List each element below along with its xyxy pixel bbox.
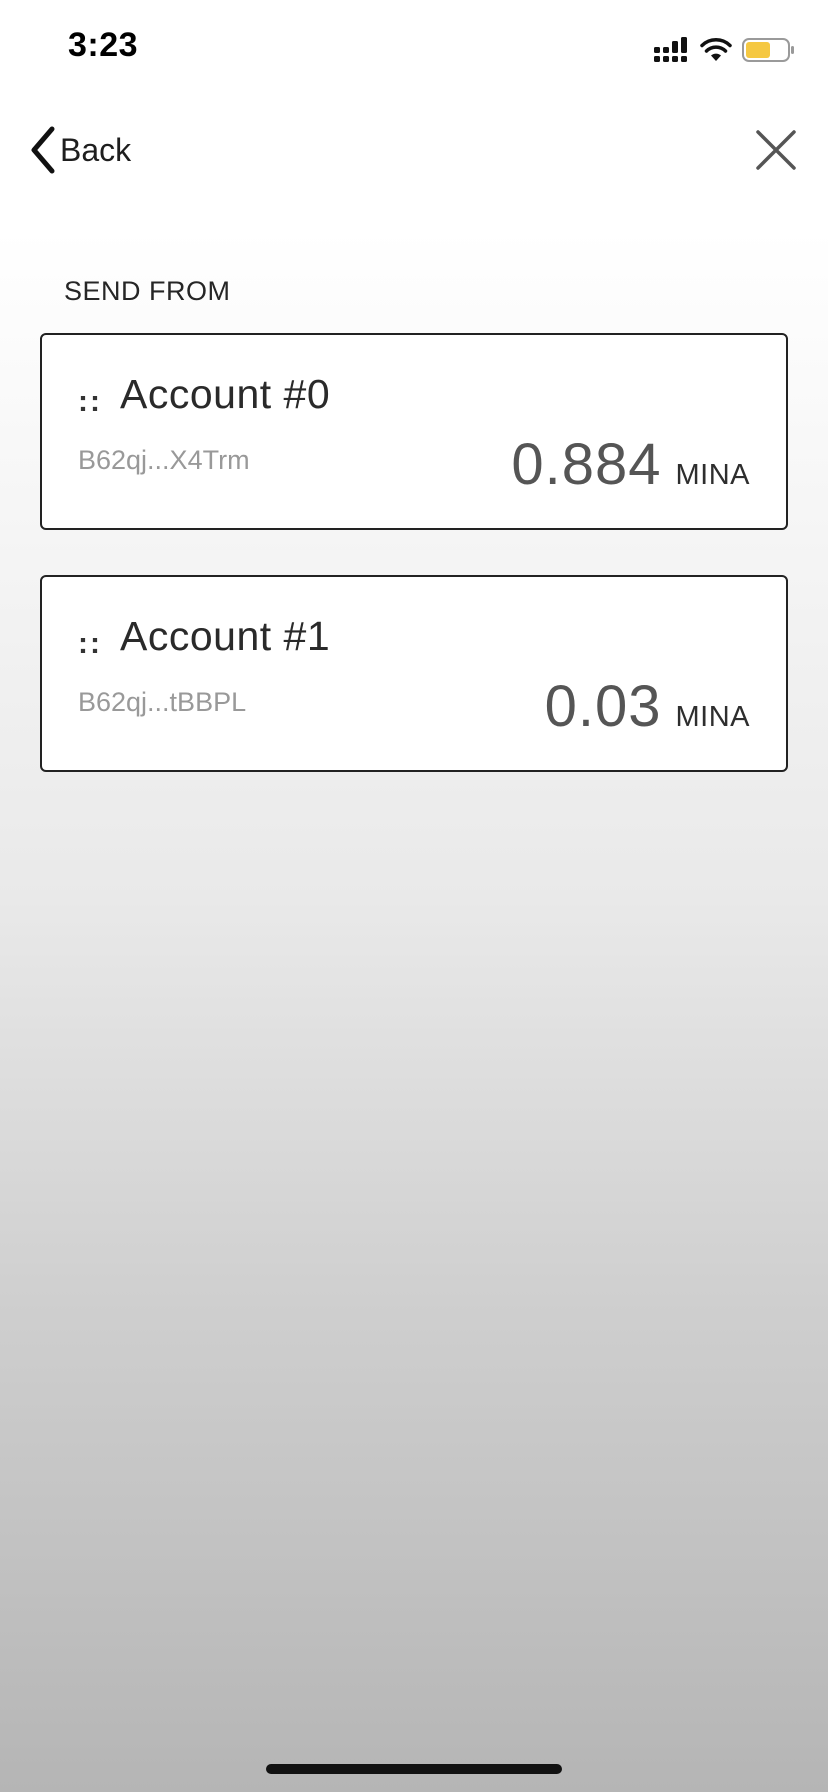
account-name: Account #1 xyxy=(120,613,331,659)
chevron-left-icon xyxy=(31,126,55,174)
account-balance: 0.884 MINA xyxy=(511,431,750,498)
close-button[interactable] xyxy=(754,128,798,172)
close-icon xyxy=(756,130,796,170)
status-time: 3:23 xyxy=(68,26,139,64)
battery-icon xyxy=(742,38,794,62)
drag-handle-icon[interactable]: :: xyxy=(78,385,102,419)
back-button[interactable]: Back xyxy=(28,124,131,176)
status-icons xyxy=(654,34,796,66)
account-list: :: Account #0 B62qj...X4Trm 0.884 MINA :… xyxy=(40,333,788,817)
drag-handle-icon[interactable]: :: xyxy=(78,627,102,661)
account-card-1[interactable]: :: Account #1 B62qj...tBBPL 0.03 MINA xyxy=(40,575,788,772)
account-name: Account #0 xyxy=(120,371,331,417)
account-balance: 0.03 MINA xyxy=(545,673,750,740)
signal-icon xyxy=(654,37,687,62)
home-indicator[interactable] xyxy=(266,1764,562,1774)
section-label: SEND FROM xyxy=(64,276,231,306)
balance-amount: 0.03 xyxy=(544,674,662,739)
balance-unit: MINA xyxy=(675,459,750,491)
account-card-0[interactable]: :: Account #0 B62qj...X4Trm 0.884 MINA xyxy=(40,333,788,530)
nav-bar: Back xyxy=(0,110,828,190)
back-label: Back xyxy=(60,131,132,168)
wifi-icon xyxy=(700,38,732,61)
balance-unit: MINA xyxy=(675,701,750,733)
account-address: B62qj...tBBPL xyxy=(78,687,247,717)
balance-amount: 0.884 xyxy=(511,432,662,497)
account-address: B62qj...X4Trm xyxy=(78,445,250,475)
status-bar: 3:23 xyxy=(0,0,828,100)
